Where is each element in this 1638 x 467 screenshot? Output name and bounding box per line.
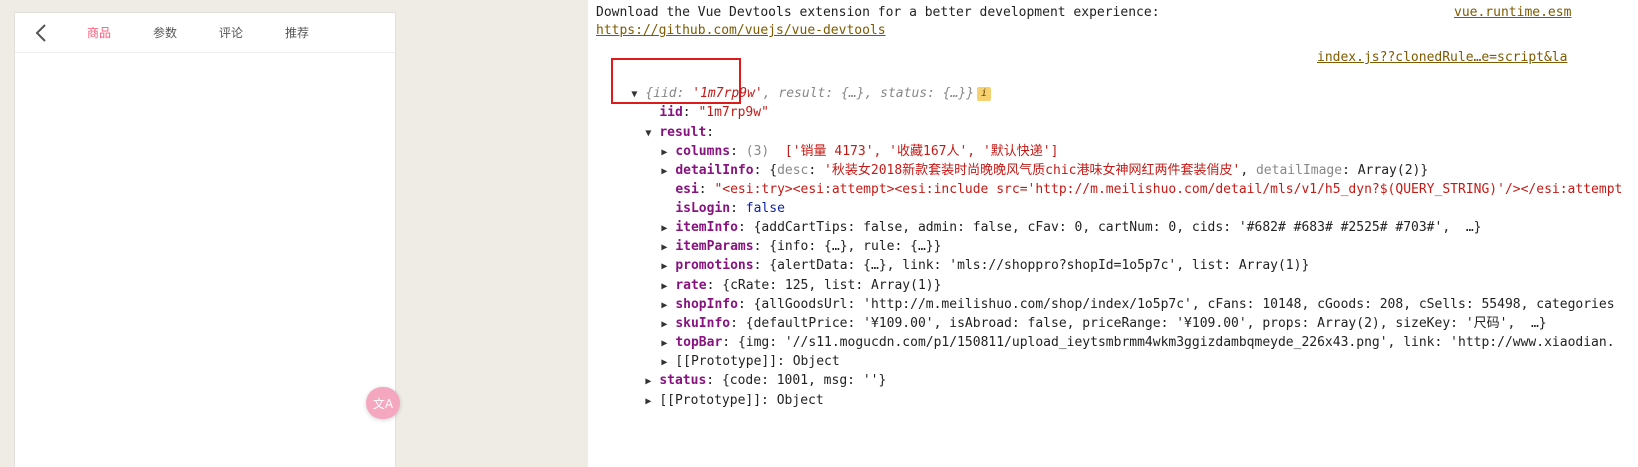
tab-goods[interactable]: 商品 xyxy=(87,24,111,41)
prototype-label: [[Prototype]]: Object xyxy=(659,393,824,409)
back-arrow-icon[interactable] xyxy=(31,22,53,44)
detail-navbar: 商品 参数 评论 推荐 xyxy=(15,13,395,53)
source-link-index-js[interactable]: index.js??clonedRule…e=script&la xyxy=(1317,48,1567,67)
prop-value: "<esi:try><esi:attempt><esi:include src=… xyxy=(714,182,1623,198)
tab-recommend[interactable]: 推荐 xyxy=(285,24,309,41)
devtools-console: Download the Vue Devtools extension for … xyxy=(588,0,1638,467)
devtools-message: Download the Vue Devtools extension for … xyxy=(596,5,1160,20)
prop-value: {img: '//s11.mogucdn.com/p1/150811/uploa… xyxy=(737,335,1615,351)
tab-comments[interactable]: 评论 xyxy=(219,24,243,41)
phone-preview: 商品 参数 评论 推荐 xyxy=(14,12,396,467)
info-icon[interactable]: i xyxy=(977,86,992,101)
summary-rest: result: {…}, status: {…}} xyxy=(778,86,975,102)
tab-params[interactable]: 参数 xyxy=(153,24,177,41)
prop-prototype-outer[interactable]: ▶ [[Prototype]]: Object xyxy=(614,372,824,431)
translate-label: 文A xyxy=(372,396,394,411)
translate-icon[interactable]: 文A xyxy=(366,387,400,419)
devtools-url-link[interactable]: https://github.com/vuejs/vue-devtools xyxy=(596,23,886,38)
source-link-vue-runtime[interactable]: vue.runtime.esm xyxy=(1454,3,1571,22)
expand-triangle-icon[interactable]: ▶ xyxy=(645,392,659,411)
